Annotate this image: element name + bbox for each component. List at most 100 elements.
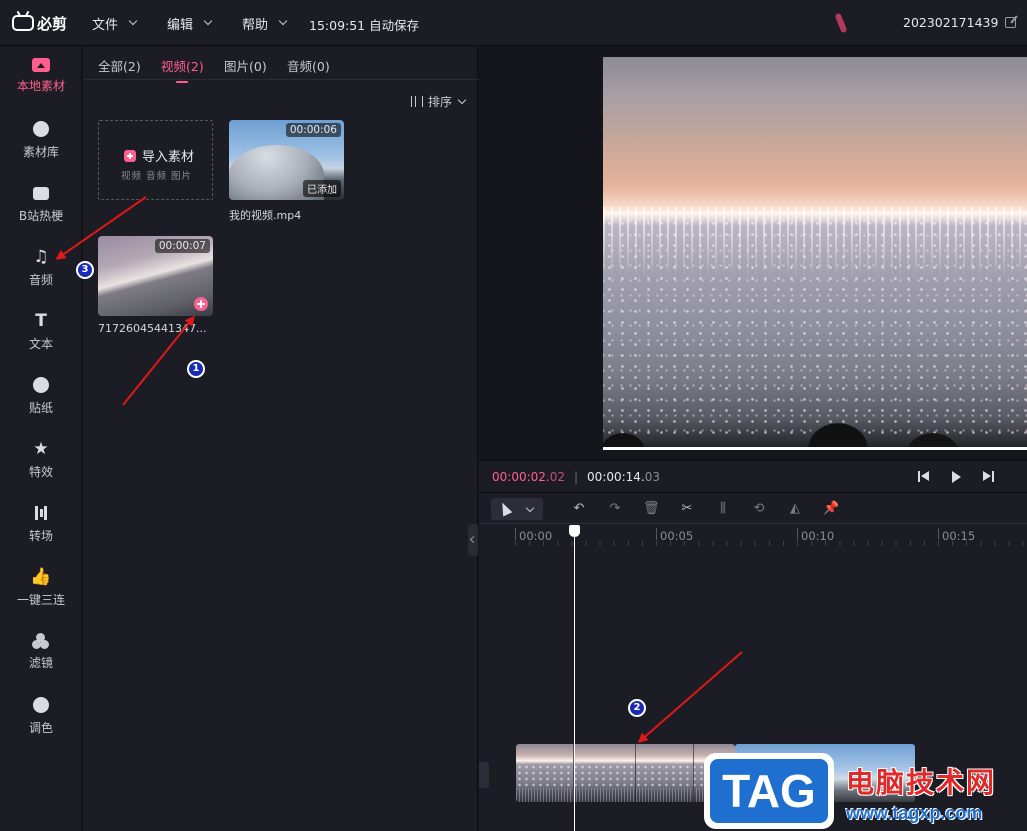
sidebar-item-filter[interactable]: 滤镜 <box>0 623 82 681</box>
palette-icon <box>33 697 49 713</box>
tab-all[interactable]: 全部(2) <box>98 56 141 75</box>
sidebar: 本地素材 素材库 B站热梗 ♫ 音频 T 文本 贴纸 ★ 特效 转场 👍 一键三… <box>0 47 82 831</box>
step-badge-1: 1 <box>187 360 205 378</box>
playhead-line <box>574 532 575 831</box>
bilibili-tv-icon <box>12 15 34 31</box>
sidebar-item-library[interactable]: 素材库 <box>0 111 82 169</box>
previous-frame-icon[interactable] <box>917 470 931 484</box>
sidebar-item-transition[interactable]: 转场 <box>0 495 82 553</box>
playhead-handle[interactable] <box>569 525 580 537</box>
ruler-tick-label: 00:15 <box>942 529 976 543</box>
timeline-clip-sparkler[interactable] <box>516 744 735 802</box>
import-title: 导入素材 <box>142 150 195 165</box>
sidebar-item-audio[interactable]: ♫ 音频 <box>0 239 82 297</box>
reverse-icon[interactable]: ⟲ <box>751 501 767 517</box>
current-time-main: 00:00:02. <box>492 470 550 484</box>
library-icon <box>33 121 49 137</box>
watermark-tag-logo: TAG <box>704 753 834 829</box>
pin-icon[interactable]: 📌 <box>823 501 839 517</box>
tab-image[interactable]: 图片(0) <box>224 56 267 75</box>
sort-sliders-icon <box>410 96 423 107</box>
sort-button[interactable]: 排序 <box>410 93 467 110</box>
sticker-icon <box>33 377 49 393</box>
watermark-tag-text: TAG <box>710 759 828 823</box>
project-id: 202302171439 <box>903 15 999 30</box>
import-subtitle: 视频 音频 图片 <box>121 171 193 182</box>
sidebar-item-label: 本地素材 <box>16 79 65 93</box>
sidebar-item-sticker[interactable]: 贴纸 <box>0 367 82 425</box>
sidebar-item-color-grade[interactable]: 调色 <box>0 687 82 745</box>
play-icon[interactable] <box>949 470 963 484</box>
sidebar-item-effects[interactable]: ★ 特效 <box>0 431 82 489</box>
sidebar-item-label: 转场 <box>28 529 53 543</box>
thumbs-up-icon: 👍 <box>30 567 52 587</box>
sidebar-item-label: 文本 <box>28 337 53 351</box>
preview-bottom-edge <box>603 447 1027 450</box>
edit-icon[interactable] <box>1005 17 1017 28</box>
menu-edit[interactable]: 编辑 <box>167 14 213 33</box>
current-time-frac: 02 <box>549 470 565 484</box>
chevron-down-icon <box>203 16 213 26</box>
step-badge-3: 3 <box>76 261 94 279</box>
media-item-filename: 我的视频.mp4 <box>229 209 302 222</box>
watermark-site-name: 电脑技术网 <box>846 766 997 799</box>
sidebar-item-local-media[interactable]: 本地素材 <box>0 47 82 105</box>
text-t-icon: T <box>35 311 47 331</box>
split-scissors-icon[interactable]: ✂ <box>679 501 695 517</box>
chevron-down-icon <box>457 95 467 104</box>
slash-mark-icon <box>834 12 848 34</box>
duration-badge: 00:00:06 <box>285 123 341 137</box>
menu-help-label: 帮助 <box>242 17 269 33</box>
cursor-icon <box>497 500 513 517</box>
effect-star-icon: ★ <box>33 439 49 459</box>
media-item-filename: 71726045441347... <box>98 322 207 335</box>
sidebar-item-triple-like[interactable]: 👍 一键三连 <box>0 559 82 617</box>
ruler-tick-label: 00:10 <box>801 529 835 543</box>
mirror-icon[interactable]: ◭ <box>787 501 803 517</box>
time-separator: | <box>574 470 579 484</box>
media-item-my-video[interactable]: 00:00:06 已添加 <box>229 120 344 200</box>
bilibili-tv-icon <box>33 186 49 200</box>
ruler-tick-label: 00:00 <box>519 529 553 543</box>
music-note-icon: ♫ <box>33 247 49 267</box>
current-time: 00:00:02.02 <box>492 470 565 484</box>
autosave-status: 15:09:51 自动保存 <box>309 18 420 33</box>
duration-badge: 00:00:07 <box>154 239 210 253</box>
media-panel: 全部(2) 视频(2) 图片(0) 音频(0) 排序 导入素材 视频 音频 图片… <box>83 47 478 831</box>
sidebar-item-label: 特效 <box>28 465 53 479</box>
playback-bar: 00:00:02.02 | 00:00:14.03 <box>479 460 1027 492</box>
add-to-timeline-button[interactable] <box>194 297 208 311</box>
video-preview <box>603 57 1027 449</box>
sidebar-item-label: 滤镜 <box>28 656 53 670</box>
total-time: 00:00:14.03 <box>587 470 660 484</box>
tab-video[interactable]: 视频(2) <box>161 56 204 83</box>
delete-icon[interactable]: 🗑 <box>643 501 660 517</box>
menu-help[interactable]: 帮助 <box>242 14 288 33</box>
project-title[interactable]: 202302171439 <box>903 15 1017 30</box>
sort-label: 排序 <box>427 95 452 109</box>
ruler-tick-label: 00:05 <box>660 529 694 543</box>
sidebar-item-label: 音频 <box>28 273 53 287</box>
timeline-ruler[interactable]: 00:00 00:05 00:10 00:15 <box>479 525 1027 551</box>
sidebar-item-text[interactable]: T 文本 <box>0 303 82 361</box>
import-media-button[interactable]: 导入素材 视频 音频 图片 <box>98 120 213 200</box>
select-tool-dropdown[interactable] <box>491 498 543 520</box>
undo-icon[interactable]: ↶ <box>571 501 587 517</box>
next-frame-icon[interactable] <box>981 470 995 484</box>
redo-icon[interactable]: ↷ <box>607 501 623 517</box>
menu-file[interactable]: 文件 <box>92 14 138 33</box>
freeze-frame-icon[interactable]: ⫼ <box>715 501 731 517</box>
top-bar: 必剪 文件 编辑 帮助 15:09:51 自动保存 202302171439 <box>0 0 1027 46</box>
media-item-sparkler-video[interactable]: 00:00:07 <box>98 236 213 316</box>
sidebar-item-bilibili-memes[interactable]: B站热梗 <box>0 175 82 233</box>
sidebar-item-label: 贴纸 <box>28 401 53 415</box>
chevron-down-icon <box>128 16 138 26</box>
track-expand-handle[interactable] <box>479 762 489 788</box>
plus-icon <box>124 149 136 162</box>
tab-audio[interactable]: 音频(0) <box>287 56 330 75</box>
upload-icon <box>32 58 50 72</box>
transition-icon <box>31 504 51 522</box>
collapse-panel-button[interactable] <box>468 524 478 556</box>
total-time-main: 00:00:14. <box>587 470 645 484</box>
filter-icon <box>32 633 50 649</box>
